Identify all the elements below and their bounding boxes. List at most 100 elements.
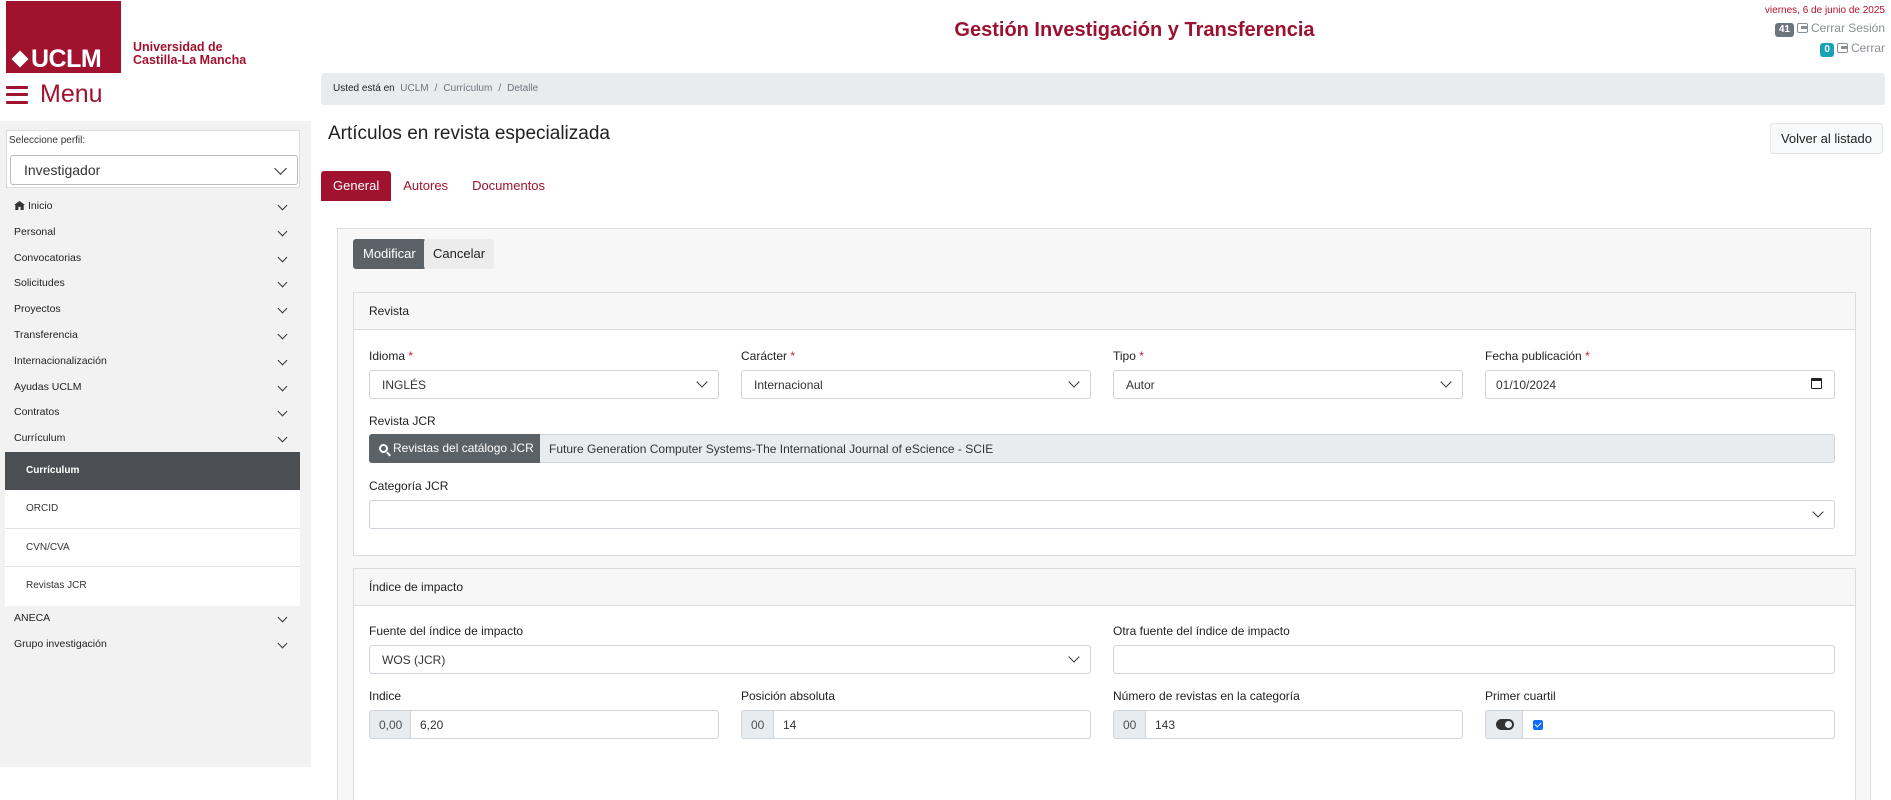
calendar-icon — [1811, 378, 1822, 389]
chevron-down-icon — [1440, 376, 1452, 388]
subnav-item-orcid[interactable]: ORCID — [5, 490, 300, 529]
sidebar-item-ayudas[interactable]: Ayudas UCLM — [0, 375, 311, 401]
chevron-down-icon — [1068, 651, 1080, 663]
indice-prefix: 0,00 — [369, 710, 411, 739]
otra-fuente-input[interactable] — [1113, 645, 1835, 674]
form-panel: Modificar Cancelar Revista Idioma * INGL… — [337, 228, 1871, 800]
modify-button[interactable]: Modificar — [353, 239, 426, 269]
numero-revistas-prefix: 00 — [1113, 710, 1146, 739]
categoria-label: Categoría JCR — [369, 479, 449, 493]
revista-header: Revista — [354, 293, 1855, 330]
fecha-label: Fecha publicación * — [1485, 349, 1590, 363]
sidebar-nav: Inicio Personal Convocatorias Solicitude… — [0, 194, 311, 658]
cancel-button[interactable]: Cancelar — [424, 239, 495, 269]
session-area: viernes, 6 de junio de 2025 41 Cerrar Ses… — [1764, 5, 1885, 57]
idioma-label: Idioma * — [369, 349, 414, 363]
logo-diamond-icon — [11, 50, 29, 68]
curriculum-submenu: Currículum ORCID CVN/CVA Revistas JCR — [5, 451, 300, 606]
jcr-catalog-button[interactable]: Revistas del catálogo JCR — [369, 434, 544, 463]
sidebar-item-contratos[interactable]: Contratos — [0, 400, 311, 426]
logo-text: UCLM — [31, 45, 102, 73]
impacto-card: Índice de impacto Fuente del índice de i… — [353, 568, 1856, 800]
caracter-select[interactable]: Internacional — [741, 370, 1091, 399]
sign-out-icon — [1836, 43, 1848, 53]
numero-revistas-input[interactable]: 143 — [1146, 710, 1463, 739]
chevron-down-icon — [277, 381, 288, 392]
primer-cuartil-label: Primer cuartil — [1485, 689, 1556, 703]
menu-toggle[interactable]: Menu — [6, 80, 103, 109]
tipo-select[interactable]: Autor — [1113, 370, 1463, 399]
app-title: Gestión Investigación y Transferencia — [954, 19, 1315, 41]
tab-autores[interactable]: Autores — [391, 171, 460, 201]
chevron-down-icon — [277, 200, 288, 211]
chevron-down-icon — [277, 432, 288, 443]
toggle-on-icon — [1496, 719, 1514, 730]
sidebar: Seleccione perfil: Investigador Inicio P… — [0, 121, 311, 767]
sidebar-item-internacionalizacion[interactable]: Internacionalización — [0, 349, 311, 375]
idioma-select[interactable]: INGLÉS — [369, 370, 719, 399]
sidebar-item-solicitudes[interactable]: Solicitudes — [0, 271, 311, 297]
chevron-down-icon — [1068, 376, 1080, 388]
primer-cuartil-checkbox[interactable] — [1533, 720, 1543, 730]
chevron-down-icon — [1812, 506, 1824, 518]
subnav-item-revistas-jcr[interactable]: Revistas JCR — [5, 567, 300, 606]
fuente-select[interactable]: WOS (JCR) — [369, 645, 1091, 674]
sidebar-item-convocatorias[interactable]: Convocatorias — [0, 246, 311, 272]
chevron-down-icon — [277, 329, 288, 340]
indice-input[interactable]: 6,20 — [411, 710, 719, 739]
profile-select[interactable]: Investigador — [10, 155, 298, 185]
tab-documentos[interactable]: Documentos — [460, 171, 557, 201]
close-count-badge: 0 — [1820, 43, 1834, 57]
profile-selector: Seleccione perfil: Investigador — [6, 130, 300, 188]
primer-cuartil-field — [1523, 710, 1835, 739]
sidebar-item-aneca[interactable]: ANECA — [0, 606, 311, 632]
fuente-label: Fuente del índice de impacto — [369, 624, 524, 638]
tipo-label: Tipo * — [1113, 349, 1144, 363]
hamburger-icon — [6, 85, 28, 104]
jcr-journal-value: Future Generation Computer Systems-The I… — [540, 434, 1835, 463]
sidebar-item-personal[interactable]: Personal — [0, 220, 311, 246]
posicion-label: Posición absoluta — [741, 689, 836, 703]
chevron-down-icon — [274, 162, 287, 175]
logout-link[interactable]: 41 Cerrar Sesión — [1765, 20, 1885, 37]
sidebar-item-inicio[interactable]: Inicio — [0, 194, 311, 220]
posicion-input[interactable]: 14 — [774, 710, 1091, 739]
session-count-badge: 41 — [1774, 23, 1794, 37]
caracter-label: Carácter * — [741, 349, 796, 363]
breadcrumb-uclm[interactable]: UCLM — [400, 83, 428, 94]
sidebar-item-proyectos[interactable]: Proyectos — [0, 297, 311, 323]
categoria-select[interactable] — [369, 500, 1835, 529]
numero-revistas-label: Número de revistas en la categoría — [1113, 689, 1300, 703]
posicion-prefix: 00 — [741, 710, 774, 739]
sidebar-item-curriculum[interactable]: Currículum — [0, 426, 311, 452]
menu-label: Menu — [40, 80, 103, 108]
page-title: Artículos en revista especializada — [328, 123, 610, 144]
subnav-item-curriculum[interactable]: Currículum — [5, 451, 300, 491]
sign-out-icon — [1796, 23, 1808, 33]
university-name: Universidad de Castilla-La Mancha — [133, 40, 247, 67]
chevron-down-icon — [277, 303, 288, 314]
subnav-item-cvn[interactable]: CVN/CVA — [5, 529, 300, 568]
chevron-down-icon — [277, 612, 288, 623]
chevron-down-icon — [277, 226, 288, 237]
otra-fuente-label: Otra fuente del índice de impacto — [1113, 624, 1290, 638]
profile-label: Seleccione perfil: — [9, 135, 86, 146]
tab-general[interactable]: General — [321, 171, 392, 201]
chevron-down-icon — [277, 277, 288, 288]
chevron-down-icon — [277, 638, 288, 649]
indice-label: Indice — [369, 689, 402, 703]
impacto-header: Índice de impacto — [354, 569, 1855, 606]
back-to-list-button[interactable]: Volver al listado — [1769, 123, 1883, 154]
current-date: viernes, 6 de junio de 2025 — [1764, 5, 1885, 16]
sidebar-item-grupo[interactable]: Grupo investigación — [0, 632, 311, 658]
breadcrumb-detalle: Detalle — [507, 83, 539, 94]
home-icon — [14, 201, 25, 210]
fecha-input[interactable]: 01/10/2024 — [1485, 370, 1835, 399]
jcr-label: Revista JCR — [369, 414, 436, 428]
search-icon — [379, 444, 388, 453]
chevron-down-icon — [277, 355, 288, 366]
chevron-down-icon — [696, 376, 708, 388]
sidebar-item-transferencia[interactable]: Transferencia — [0, 323, 311, 349]
close-link[interactable]: 0 Cerrar — [1765, 40, 1885, 57]
breadcrumb-curriculum[interactable]: Currículum — [443, 83, 492, 94]
